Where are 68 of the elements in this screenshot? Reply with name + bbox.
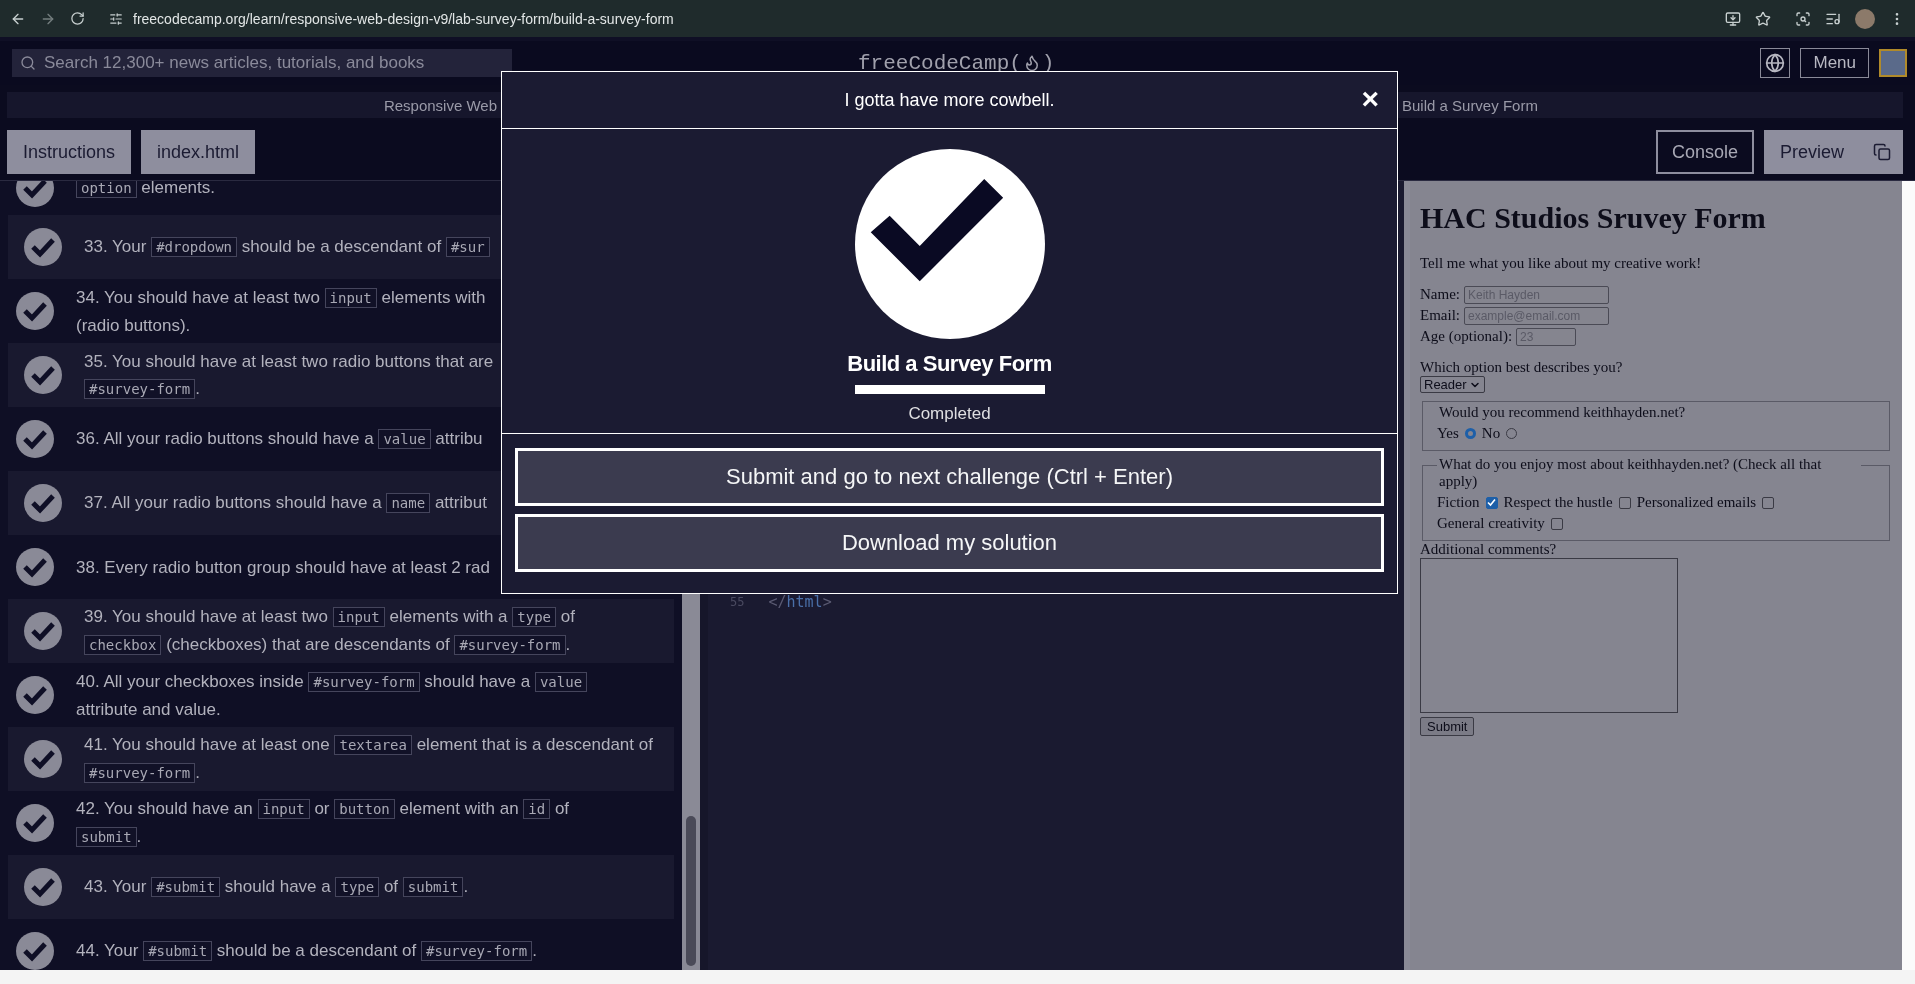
completion-status: Completed [908,404,991,424]
search-icon [20,55,36,71]
site-settings-icon[interactable] [109,11,123,26]
test-description: 34. You should have at least two input elements with (radio buttons). [76,286,486,337]
fieldset-legend: What do you enjoy most about keithhayden.net? (Check all that apply) [1437,456,1861,490]
code-line: </html> [768,593,832,611]
popout-button[interactable] [1860,130,1903,174]
test-description: 39. You should have at least two input elements with a type of checkbox (checkboxes) that are descendants of #survey-form . [84,606,575,657]
checkbox[interactable] [1550,517,1563,530]
form-intro: Tell me what you like about my creative work! [1420,255,1703,272]
test-description: 41. You should have at least one textarea element that is a descendant of #survey-form . [84,734,653,785]
url-text: freecodecamp.org/learn/responsive-web-design-v9/lab-survey-form/build-a-survey-form [133,10,674,27]
test-description: 33. Your #dropdown should be a descendant of #sur [84,233,490,261]
challenge-name: Build a Survey Form [847,351,1052,377]
menu-button[interactable]: Menu [1800,48,1869,78]
breadcrumb-link[interactable]: Build a Survey Form [1398,96,1538,114]
pane-tab[interactable]: Preview [1763,130,1860,174]
search-field[interactable]: Search 12,300+ news articles, tutorials, and books [12,49,512,77]
radio-button[interactable] [1464,428,1476,439]
form-heading: HAC Studios Sruvey Form [1420,201,1767,235]
radio-label: Yes [1437,425,1459,442]
pane-tab[interactable]: Instructions [7,130,132,174]
checkbox[interactable] [1762,496,1775,509]
dialog-title: I gotta have more cowbell. [844,89,1055,111]
test-description: 42. You should have an input or button element with an id of submit . [76,798,570,849]
checkbox[interactable] [1485,496,1498,509]
logo-text: freeCodeCamp( [858,51,1022,75]
test-description: 43. Your #submit should have a type of submit . [84,876,469,899]
scrollbar[interactable] [1404,181,1410,970]
pane-tab[interactable]: index.html [141,130,256,174]
reload-icon[interactable] [70,11,85,26]
profile-avatar[interactable] [1855,8,1875,29]
install-icon[interactable] [1725,10,1741,27]
check-circle-icon [854,149,1045,339]
select-label: Which option best describes you? [1420,359,1624,376]
test-description: 35. You should have at least two radio buttons that are #survey-form . [84,350,494,401]
role-select[interactable]: Reader [1420,376,1485,393]
test-description: 40. All your checkboxes inside #survey-form should have a value attribute and value. [76,667,588,723]
checkbox-label: Personalized emails [1636,494,1757,511]
scrollbar[interactable] [0,970,1915,984]
dialog-button[interactable]: Submit and go to next challenge (Ctrl + Enter) [515,448,1384,506]
comments-field[interactable] [1420,558,1678,713]
field-label: Name: [1420,286,1460,303]
language-button[interactable] [1760,48,1791,78]
checkbox-label: Respect the hustle [1503,494,1613,511]
test-description: 36. All your radio buttons should have a value attribu [76,428,483,451]
checkbox-label: General creativity [1437,515,1545,532]
test-description: option elements. [76,181,215,202]
field-label: Email: [1420,307,1460,324]
test-description: 37. All your radio buttons should have a name attribut [84,492,487,515]
breadcrumb-link[interactable]: Responsive Web [379,96,497,114]
scrollbar[interactable] [1902,181,1915,970]
close-button[interactable]: × [1361,84,1379,114]
checkbox[interactable] [1618,496,1631,509]
star-icon[interactable] [1755,10,1771,27]
submit-button[interactable]: Submit [1420,717,1475,736]
fieldset-legend: Would you recommend keithhayden.net? [1437,404,1688,421]
comments-label: Additional comments? [1420,541,1558,558]
test-description: 38. Every radio button group should have at least 2 rad [76,556,490,579]
field-label: Age (optional): [1420,328,1513,345]
scrollbar-thumb[interactable] [686,816,696,966]
copy-icon [1872,143,1891,161]
lens-icon[interactable] [1795,10,1811,27]
radio-label: No [1481,425,1501,442]
dialog-button[interactable]: Download my solution [515,514,1384,572]
test-description: 44. Your #submit should be a descendant of #survey-form . [76,940,537,963]
pane-tab[interactable]: Console [1655,130,1754,174]
checkbox-label: Fiction [1437,494,1480,511]
